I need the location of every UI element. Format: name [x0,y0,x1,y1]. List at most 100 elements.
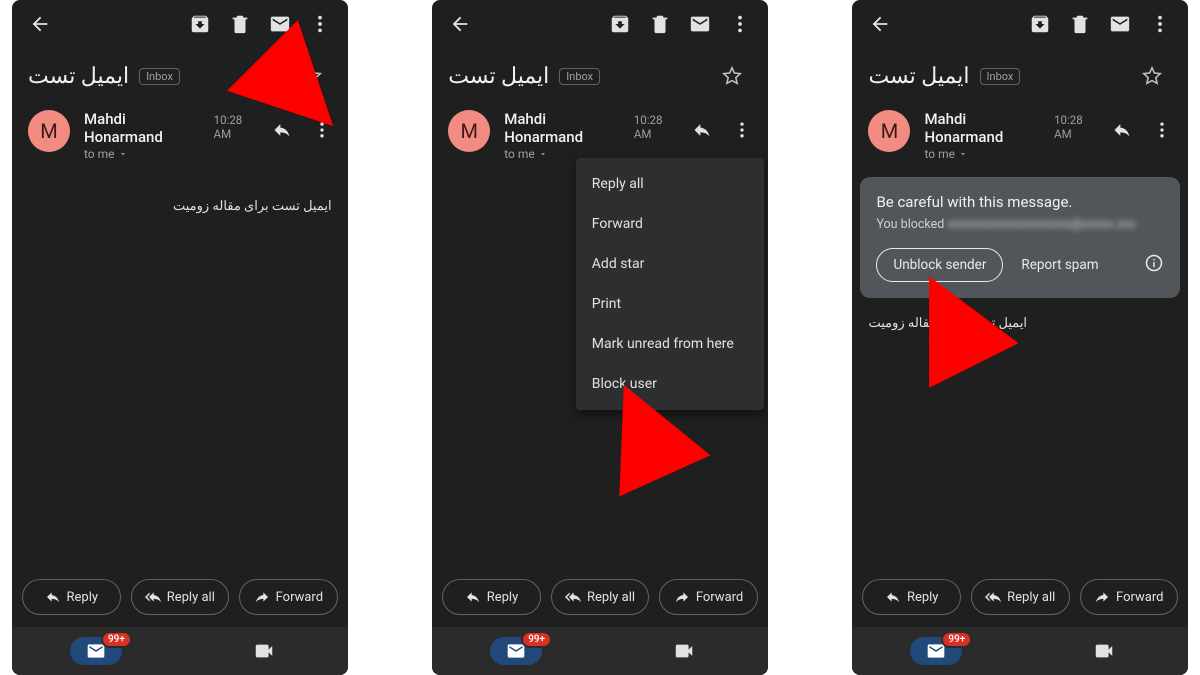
footer-actions: Reply Reply all Forward [432,569,768,627]
subject-row: ایمیل تست Inbox [432,48,768,96]
menu-mark-unread[interactable]: Mark unread from here [576,324,764,364]
unread-badge: 99+ [101,631,132,648]
reply-all-button[interactable]: Reply all [551,579,650,615]
menu-add-star[interactable]: Add star [576,244,764,284]
subject-text: ایمیل تست [28,64,129,89]
screenshot-3: ایمیل تست Inbox M Mahdi Honarmand 10:28 … [852,0,1188,675]
reply-button[interactable]: Reply [22,579,121,615]
chevron-down-icon [538,149,548,159]
blocked-warning-card: Be careful with this message. You blocke… [860,177,1180,298]
recipient-text: to me [924,147,955,161]
info-icon[interactable] [1144,253,1164,277]
archive-icon[interactable] [180,4,220,44]
reply-icon[interactable] [682,110,722,150]
warning-blocked-address: xxxxxxxxxxxxxxxxxxxx@xxxxx.xxx [947,217,1135,232]
bottom-nav: 99+ [852,627,1188,675]
recipient-line[interactable]: to me [84,147,262,161]
more-icon[interactable] [1140,4,1180,44]
overflow-menu: Reply all Forward Add star Print Mark un… [576,158,764,410]
reply-all-label: Reply all [1007,590,1055,605]
back-icon[interactable] [860,4,900,44]
forward-button[interactable]: Forward [1080,579,1179,615]
avatar[interactable]: M [28,110,70,152]
star-icon[interactable] [1132,56,1172,96]
nav-mail[interactable]: 99+ [432,637,600,665]
forward-label: Forward [276,590,323,605]
menu-print[interactable]: Print [576,284,764,324]
more-icon[interactable] [300,4,340,44]
chevron-down-icon [118,149,128,159]
inbox-chip[interactable]: Inbox [559,68,600,85]
reply-all-button[interactable]: Reply all [131,579,230,615]
subject-text: ایمیل تست [868,64,969,89]
more-icon[interactable] [720,4,760,44]
delete-icon[interactable] [1060,4,1100,44]
email-body: ایمیل تست برای مقاله زومیت [852,298,1188,569]
footer-actions: Reply Reply all Forward [852,569,1188,627]
toolbar [432,0,768,48]
mark-unread-icon[interactable] [1100,4,1140,44]
screenshot-1: ایمیل تست Inbox M Mahdi Honarmand 10:28 … [12,0,348,675]
back-icon[interactable] [440,4,480,44]
warning-subtitle: You blocked xxxxxxxxxxxxxxxxxxxx@xxxxx.x… [876,217,1164,232]
menu-reply-all[interactable]: Reply all [576,164,764,204]
reply-label: Reply [487,590,519,605]
back-icon[interactable] [20,4,60,44]
sender-time: 10:28 AM [634,113,682,141]
warning-prefix: You blocked [876,217,944,232]
recipient-line[interactable]: to me [924,147,1102,161]
archive-icon[interactable] [1020,4,1060,44]
forward-label: Forward [696,590,743,605]
recipient-text: to me [84,147,115,161]
menu-forward[interactable]: Forward [576,204,764,244]
bottom-nav: 99+ [432,627,768,675]
message-more-icon[interactable] [1142,110,1182,150]
reply-all-label: Reply all [587,590,635,605]
reply-all-label: Reply all [167,590,215,605]
toolbar [12,0,348,48]
unread-badge: 99+ [521,631,552,648]
avatar[interactable]: M [868,110,910,152]
mark-unread-icon[interactable] [680,4,720,44]
sender-name: Mahdi Honarmand [924,110,1046,146]
sender-name: Mahdi Honarmand [84,110,206,146]
sender-row: M Mahdi Honarmand 10:28 AM to me [852,96,1188,161]
annotation-arrow [620,395,680,475]
reply-label: Reply [907,590,939,605]
inbox-chip[interactable]: Inbox [980,68,1021,85]
sender-time: 10:28 AM [1054,113,1102,141]
archive-icon[interactable] [600,4,640,44]
sender-name: Mahdi Honarmand [504,110,626,146]
email-body: ایمیل تست برای مقاله زومیت [12,161,348,569]
subject-text: ایمیل تست [448,64,549,89]
sender-time: 10:28 AM [214,113,262,141]
forward-label: Forward [1116,590,1163,605]
subject-row: ایمیل تست Inbox [852,48,1188,96]
message-more-icon[interactable] [722,110,762,150]
reply-all-button[interactable]: Reply all [971,579,1070,615]
reply-button[interactable]: Reply [442,579,541,615]
forward-button[interactable]: Forward [659,579,758,615]
mark-unread-icon[interactable] [260,4,300,44]
reply-icon[interactable] [1102,110,1142,150]
toolbar [852,0,1188,48]
nav-meet[interactable] [180,640,348,662]
nav-mail[interactable]: 99+ [12,637,180,665]
avatar[interactable]: M [448,110,490,152]
delete-icon[interactable] [640,4,680,44]
screenshot-2: ایمیل تست Inbox M Mahdi Honarmand 10:28 … [432,0,768,675]
recipient-text: to me [504,147,535,161]
nav-mail[interactable]: 99+ [852,637,1020,665]
delete-icon[interactable] [220,4,260,44]
star-icon[interactable] [712,56,752,96]
reply-button[interactable]: Reply [862,579,961,615]
report-spam-button[interactable]: Report spam [1021,257,1098,273]
nav-meet[interactable] [600,640,768,662]
forward-button[interactable]: Forward [239,579,338,615]
annotation-arrow [924,288,984,358]
bottom-nav: 99+ [12,627,348,675]
chevron-down-icon [958,149,968,159]
unblock-sender-button[interactable]: Unblock sender [876,248,1003,282]
inbox-chip[interactable]: Inbox [139,68,180,85]
nav-meet[interactable] [1020,640,1188,662]
